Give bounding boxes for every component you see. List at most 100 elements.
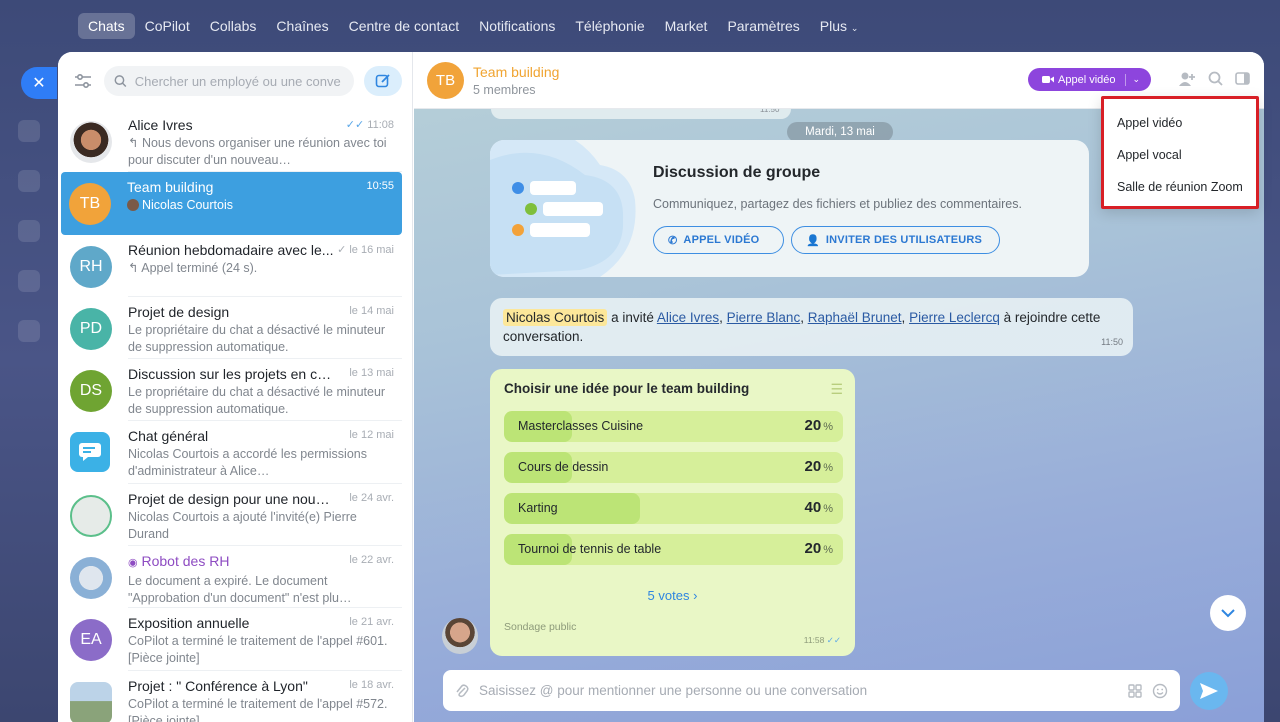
robot-avatar bbox=[70, 557, 112, 600]
chevron-right-icon: › bbox=[693, 588, 698, 603]
poll-option-percent: 20% bbox=[805, 540, 833, 557]
add-user-icon[interactable] bbox=[1178, 71, 1196, 87]
system-message: Nicolas Courtois a invité Alice Ivres, P… bbox=[490, 298, 1133, 356]
nav-chaines[interactable]: Chaînes bbox=[266, 13, 338, 39]
add-user-icon: 👤 bbox=[806, 234, 820, 247]
send-button[interactable] bbox=[1190, 672, 1228, 710]
side-panel-icon[interactable] bbox=[1235, 71, 1250, 86]
strip-app-icon[interactable] bbox=[18, 170, 40, 192]
poll-option-percent: 20% bbox=[805, 417, 833, 434]
poll-message: Choisir une idée pour le team building ☰… bbox=[490, 369, 855, 656]
member-count[interactable]: 5 membres bbox=[473, 83, 536, 97]
group-card-title: Discussion de groupe bbox=[653, 164, 821, 181]
poll-option[interactable]: Karting 40% bbox=[504, 493, 843, 524]
poll-option[interactable]: Masterclasses Cuisine 20% bbox=[504, 411, 843, 442]
phone-icon: ✆ bbox=[668, 234, 678, 247]
user-link[interactable]: Pierre Leclercq bbox=[909, 310, 1000, 325]
send-icon bbox=[1200, 683, 1218, 699]
nav-chats[interactable]: Chats bbox=[78, 13, 135, 39]
strip-app-icon[interactable] bbox=[18, 220, 40, 242]
search-input[interactable] bbox=[134, 73, 344, 89]
user-link[interactable]: Raphaël Brunet bbox=[808, 310, 902, 325]
chat-item-exposition-annuelle[interactable]: EA Exposition annuelle le 21 avr. CoPilo… bbox=[62, 608, 402, 671]
new-chat-button[interactable] bbox=[364, 66, 402, 96]
apps-grid-icon[interactable] bbox=[1128, 683, 1142, 698]
video-call-button[interactable]: Appel vidéo ⌄ bbox=[1028, 68, 1151, 91]
avatar bbox=[70, 494, 112, 537]
video-camera-icon bbox=[1042, 76, 1054, 83]
chat-date: le 18 avr. bbox=[349, 678, 394, 691]
search-box[interactable] bbox=[104, 66, 354, 96]
poll-option-percent: 20% bbox=[805, 458, 833, 475]
chat-avatar[interactable]: TB bbox=[427, 62, 464, 99]
emoji-icon[interactable] bbox=[1152, 683, 1168, 699]
nav-collabs[interactable]: Collabs bbox=[200, 13, 267, 39]
chat-item-alice-ivres[interactable]: Alice Ivres ✓✓ 11:08 ↰ Nous devons organ… bbox=[62, 110, 402, 173]
percent-unit: % bbox=[823, 421, 833, 433]
message-time: 11:58 ✓✓ bbox=[804, 635, 841, 646]
chat-item-robot-rh[interactable]: ◉ Robot des RH le 22 avr. Le document a … bbox=[62, 546, 402, 609]
search-icon[interactable] bbox=[1208, 71, 1223, 86]
chat-date-text: le 16 mai bbox=[349, 243, 394, 256]
chat-item-projet-design-nouvel[interactable]: Projet de design pour une nouvel... le 2… bbox=[62, 484, 402, 547]
video-call-card-button[interactable]: ✆ APPEL VIDÉO bbox=[653, 226, 784, 254]
chat-item-chat-general[interactable]: Chat général le 12 mai Nicolas Courtois … bbox=[62, 421, 402, 485]
group-card-text: Communiquez, partagez des fichiers et pu… bbox=[653, 197, 1022, 211]
nav-market[interactable]: Market bbox=[655, 13, 718, 39]
poll-option[interactable]: Tournoi de tennis de table 20% bbox=[504, 534, 843, 565]
strip-app-icon[interactable] bbox=[18, 320, 40, 342]
chat-date: le 12 mai bbox=[349, 429, 394, 442]
poll-title: Choisir une idée pour le team building bbox=[504, 381, 750, 396]
nav-notifications[interactable]: Notifications bbox=[469, 13, 565, 39]
sidebar-header bbox=[58, 52, 412, 110]
chat-sidebar: Alice Ivres ✓✓ 11:08 ↰ Nous devons organ… bbox=[58, 52, 413, 722]
nav-settings[interactable]: Paramètres bbox=[717, 13, 809, 39]
user-link[interactable]: Pierre Blanc bbox=[727, 310, 801, 325]
chat-item-reunion-hebdomadaire[interactable]: RH Réunion hebdomadaire avec le... ✓ le … bbox=[62, 235, 402, 298]
poll-type: Sondage public bbox=[504, 621, 577, 633]
check-icon: ✓ bbox=[337, 243, 347, 256]
user-link[interactable]: Alice Ivres bbox=[657, 310, 719, 325]
filter-icon[interactable] bbox=[72, 70, 94, 92]
chat-preview: Le document a expiré. Le document "Appro… bbox=[128, 574, 352, 606]
close-panel-button[interactable]: ✕ bbox=[21, 67, 57, 99]
avatar: TB bbox=[69, 183, 111, 226]
chat-title[interactable]: Team building bbox=[473, 64, 559, 80]
strip-app-icon[interactable] bbox=[18, 270, 40, 292]
nav-contact-center[interactable]: Centre de contact bbox=[339, 13, 470, 39]
chat-item-team-building[interactable]: TB Team building 10:55 Nicolas Courtois bbox=[61, 172, 402, 235]
system-text: a invité bbox=[611, 310, 654, 325]
menu-item-video-call[interactable]: Appel vidéo bbox=[1104, 113, 1256, 145]
scroll-down-button[interactable] bbox=[1210, 595, 1246, 631]
avatar[interactable] bbox=[442, 618, 478, 654]
menu-item-voice-call[interactable]: Appel vocal bbox=[1104, 145, 1256, 177]
nav-more-label: Plus bbox=[819, 18, 848, 34]
message-composer bbox=[443, 670, 1180, 711]
poll-votes-link[interactable]: 5 votes › bbox=[490, 588, 855, 603]
message-time-text: 11:58 bbox=[803, 635, 825, 645]
group-chat-illustration bbox=[490, 140, 636, 277]
strip-app-icon[interactable] bbox=[18, 120, 40, 142]
poll-option[interactable]: Cours de dessin 20% bbox=[504, 452, 843, 483]
chat-preview: Le propriétaire du chat a désactivé le m… bbox=[128, 385, 386, 417]
message-input[interactable] bbox=[479, 683, 1118, 698]
video-call-card-label: APPEL VIDÉO bbox=[683, 234, 760, 246]
invite-users-label: INVITER DES UTILISATEURS bbox=[825, 234, 983, 246]
nav-telephony[interactable]: Téléphonie bbox=[565, 13, 654, 39]
menu-item-zoom-room[interactable]: Salle de réunion Zoom bbox=[1104, 177, 1256, 209]
chat-item-projet-de-design[interactable]: PD Projet de design le 14 mai Le proprié… bbox=[62, 297, 402, 360]
attachment-icon[interactable] bbox=[455, 683, 469, 699]
poll-option-label: Tournoi de tennis de table bbox=[518, 542, 662, 556]
chat-item-discussion-projets[interactable]: DS Discussion sur les projets en cours l… bbox=[62, 359, 402, 422]
nav-copilot[interactable]: CoPilot bbox=[135, 13, 200, 39]
top-navigation: Chats CoPilot Collabs Chaînes Centre de … bbox=[78, 12, 868, 40]
chat-preview: Le propriétaire du chat a désactivé le m… bbox=[128, 322, 386, 354]
mention-nicolas-courtois[interactable]: Nicolas Courtois bbox=[503, 309, 608, 326]
chevron-down-icon[interactable]: ⌄ bbox=[1133, 74, 1141, 85]
invite-users-button[interactable]: 👤 INVITER DES UTILISATEURS bbox=[791, 226, 1000, 254]
chat-date: ✓ le 16 mai bbox=[337, 243, 394, 256]
chat-item-conference-lyon[interactable]: Projet : " Conférence à Lyon" le 18 avr.… bbox=[62, 671, 402, 722]
messenger-window: Alice Ivres ✓✓ 11:08 ↰ Nous devons organ… bbox=[58, 52, 1264, 722]
menu-icon[interactable]: ☰ bbox=[830, 381, 843, 398]
nav-more[interactable]: Plus ⌄ bbox=[810, 13, 869, 39]
